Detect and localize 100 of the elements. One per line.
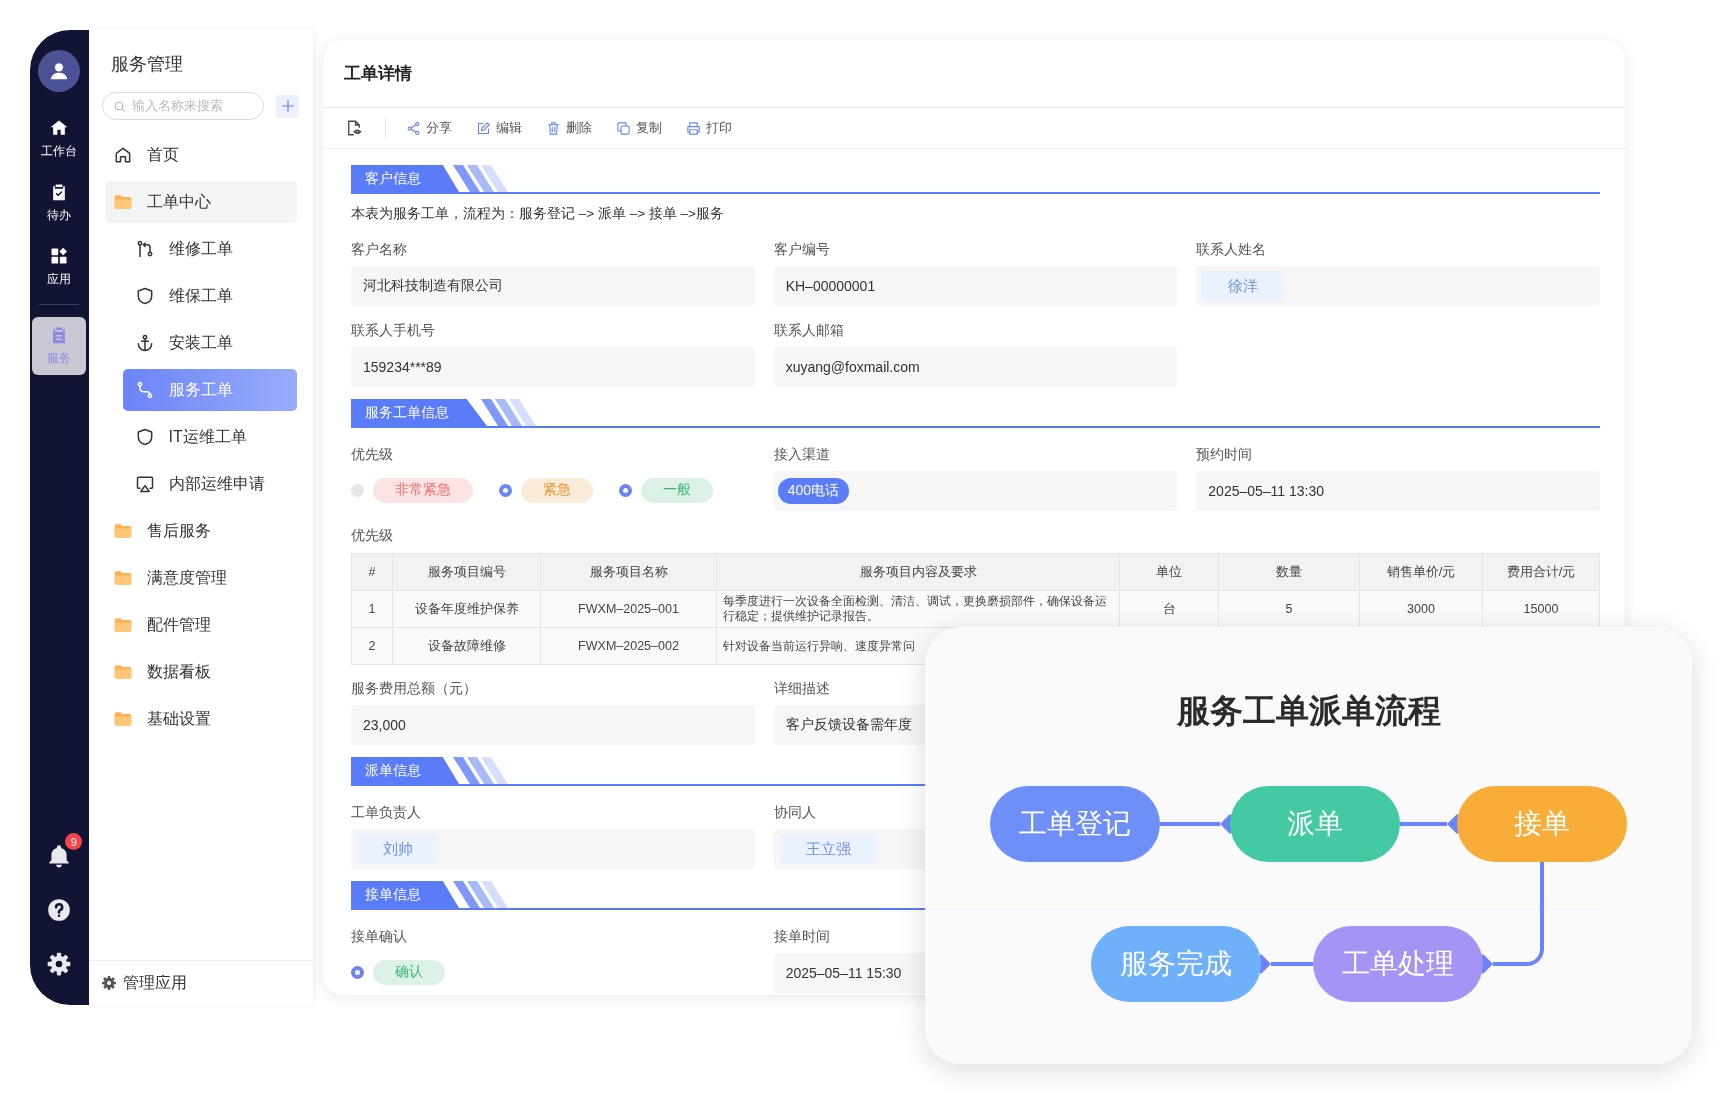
table-cell: FWXM–2025–001 bbox=[540, 590, 717, 628]
flow-node: 服务完成 bbox=[1091, 926, 1261, 1002]
toolbar-button[interactable]: 删除 bbox=[546, 119, 592, 137]
radio-button[interactable] bbox=[499, 483, 512, 497]
nav-item[interactable]: 首页 bbox=[104, 134, 297, 176]
text-field[interactable]: KH–00000001 bbox=[773, 266, 1178, 306]
priority-tag: 非常紧急 bbox=[373, 477, 473, 503]
plus-icon bbox=[279, 98, 296, 114]
flow-title: 服务工单派单流程 bbox=[1176, 691, 1441, 731]
section-header: 服务工单信息 bbox=[351, 399, 487, 426]
toolbar-button[interactable]: 打印 bbox=[686, 119, 732, 137]
toolbar-button[interactable]: 编辑 bbox=[476, 119, 522, 137]
monitor-icon bbox=[134, 474, 155, 494]
field-label: 服务费用总额（元） bbox=[351, 679, 478, 698]
nav-item[interactable]: 安装工单 bbox=[122, 322, 297, 364]
nav-item[interactable]: 内部运维申请 bbox=[122, 463, 297, 505]
field-label: 接入渠道 bbox=[773, 445, 831, 464]
column-header: 单位 bbox=[1119, 553, 1219, 591]
add-button[interactable] bbox=[276, 94, 299, 118]
column-header: 销售单价/元 bbox=[1359, 553, 1483, 591]
table-cell: 15000 bbox=[1482, 590, 1600, 628]
rail-item[interactable]: 工作台 bbox=[32, 110, 87, 168]
table-cell: 3000 bbox=[1359, 590, 1483, 628]
table-cell: 1 bbox=[351, 590, 393, 628]
folder-icon bbox=[112, 568, 133, 588]
priority-tag: 紧急 bbox=[521, 477, 593, 503]
person-tag: 王立强 bbox=[779, 834, 877, 864]
field-label: 详细描述 bbox=[773, 679, 831, 698]
nav-item[interactable]: 售后服务 bbox=[104, 510, 297, 552]
field-label: 接单确认 bbox=[351, 927, 408, 946]
help-icon bbox=[46, 897, 73, 923]
folder-icon bbox=[112, 615, 133, 635]
text-field[interactable]: 2025–05–11 13:30 bbox=[1196, 471, 1600, 511]
table-cell: 设备故障维修 bbox=[392, 627, 541, 665]
flow-node: 工单处理 bbox=[1313, 926, 1483, 1002]
column-header: # bbox=[351, 553, 393, 591]
nav-item[interactable]: 满意度管理 bbox=[104, 557, 297, 599]
text-field[interactable]: 河北科技制造有限公司 bbox=[351, 266, 755, 306]
stripes-decoration bbox=[451, 757, 511, 784]
flow-node: 派单 bbox=[1230, 786, 1400, 862]
flow-node: 工单登记 bbox=[990, 786, 1160, 862]
field-label: 预约时间 bbox=[1196, 445, 1254, 464]
table-cell: FWXM–2025–002 bbox=[540, 627, 717, 665]
radio-button[interactable] bbox=[351, 483, 364, 497]
field-label: 联系人手机号 bbox=[351, 321, 436, 340]
search-field[interactable]: 输入名称来搜索 bbox=[101, 92, 264, 120]
nav-item[interactable]: 维保工单 bbox=[122, 275, 297, 317]
folder-icon bbox=[112, 709, 133, 729]
field-label: 联系人邮箱 bbox=[773, 321, 845, 340]
field-label: 客户编号 bbox=[773, 240, 831, 259]
form-note: 本表为服务工单，流程为：服务登记 –> 派单 –> 接单 –>服务 bbox=[351, 205, 725, 223]
section-header: 派单信息 bbox=[351, 757, 459, 784]
stripes-decoration bbox=[451, 165, 511, 192]
section-header: 客户信息 bbox=[351, 165, 459, 192]
text-field[interactable]: xuyang@foxmail.com bbox=[773, 347, 1178, 387]
page-title: 工单详情 bbox=[323, 40, 1625, 108]
priority-tag: 一般 bbox=[641, 477, 713, 503]
copy-icon bbox=[616, 120, 631, 136]
nav-item[interactable]: 基础设置 bbox=[104, 698, 297, 740]
field-label: 联系人姓名 bbox=[1196, 240, 1268, 259]
nav-item[interactable]: IT运维工单 bbox=[122, 416, 297, 458]
channel-field[interactable]: 400电话 bbox=[773, 471, 1178, 511]
print-icon bbox=[686, 120, 701, 136]
rail-item[interactable]: 待办 bbox=[32, 174, 87, 232]
field-label: 接单时间 bbox=[773, 927, 831, 946]
field-label: 工单负责人 bbox=[351, 803, 422, 822]
settings-icon bbox=[46, 951, 73, 977]
field-label: 协同人 bbox=[773, 803, 817, 822]
text-field[interactable]: 23,000 bbox=[351, 705, 755, 745]
toolbar-button[interactable]: 分享 bbox=[406, 119, 452, 137]
stripes-decoration bbox=[479, 399, 539, 426]
nav-item[interactable]: 数据看板 bbox=[104, 651, 297, 693]
nav-item[interactable]: 维修工单 bbox=[122, 228, 297, 270]
edit-icon bbox=[476, 120, 491, 136]
document-view-icon bbox=[345, 119, 363, 137]
nav-item[interactable]: 配件管理 bbox=[104, 604, 297, 646]
manage-apps-link[interactable]: 管理应用 bbox=[88, 960, 313, 1005]
rail-item[interactable]: 应用 bbox=[32, 238, 87, 296]
toolbar-button[interactable]: 复制 bbox=[616, 119, 662, 137]
avatar[interactable] bbox=[38, 50, 81, 92]
column-header: 服务项目内容及要求 bbox=[716, 553, 1120, 591]
column-header: 服务项目名称 bbox=[540, 553, 717, 591]
folder-icon bbox=[112, 192, 133, 212]
nav-item[interactable]: 工单中心 bbox=[104, 181, 297, 223]
share-icon bbox=[406, 120, 421, 136]
notification-badge: 9 bbox=[65, 833, 83, 850]
folder-icon bbox=[112, 662, 133, 682]
table-cell: 每季度进行一次设备全面检测、清洁、调试，更换磨损部件，确保设备运行稳定；提供维护记录报告。 bbox=[716, 590, 1120, 628]
text-field[interactable]: 159234***89 bbox=[351, 347, 755, 387]
section-header: 接单信息 bbox=[351, 881, 459, 908]
table-cell: 台 bbox=[1119, 590, 1219, 628]
person-tag: 刘帅 bbox=[357, 834, 439, 864]
folder-icon bbox=[112, 521, 133, 541]
trash-icon bbox=[546, 120, 561, 136]
radio-button[interactable] bbox=[351, 965, 364, 979]
column-header: 服务项目编号 bbox=[392, 553, 541, 591]
person-tag: 徐洋 bbox=[1202, 271, 1285, 301]
settings-icon bbox=[100, 975, 117, 991]
flow-node: 接单 bbox=[1457, 786, 1627, 862]
radio-button[interactable] bbox=[619, 483, 632, 497]
